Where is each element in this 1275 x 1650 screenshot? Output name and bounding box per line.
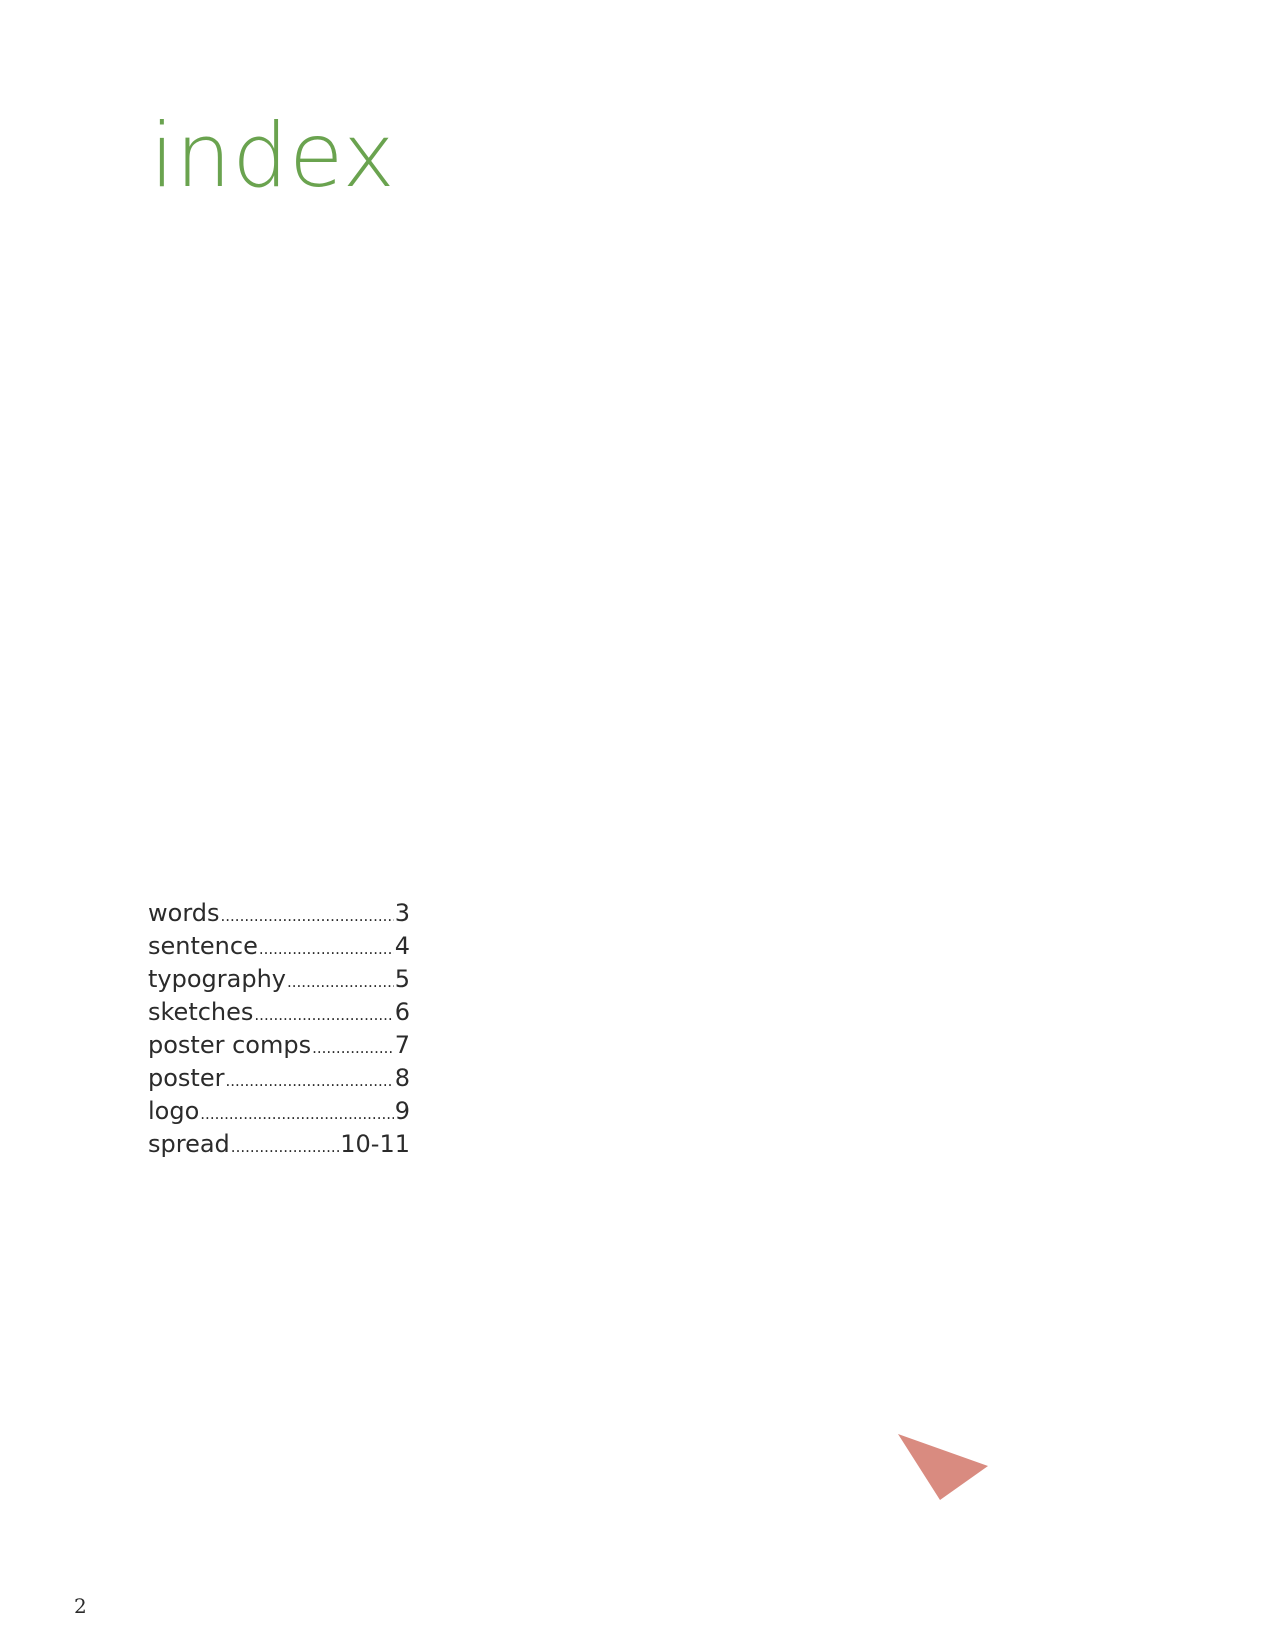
toc-entry: typography 5 bbox=[148, 964, 410, 997]
toc-entry-label: poster bbox=[148, 1064, 225, 1092]
toc-entry: spread 10-11 bbox=[148, 1129, 410, 1162]
triangle-arrow-icon bbox=[898, 1434, 988, 1500]
toc-entry: poster 8 bbox=[148, 1063, 410, 1096]
table-of-contents: words 3 sentence 4 typography 5 sketches… bbox=[148, 898, 410, 1162]
toc-entry-page: 7 bbox=[394, 1031, 410, 1059]
toc-entry-label: logo bbox=[148, 1097, 200, 1125]
toc-dot-leader bbox=[200, 1099, 393, 1129]
toc-dot-leader bbox=[221, 901, 394, 931]
toc-entry-page: 6 bbox=[394, 998, 410, 1026]
toc-entry: words 3 bbox=[148, 898, 410, 931]
toc-entry-page: 8 bbox=[394, 1064, 410, 1092]
toc-entry-label: spread bbox=[148, 1130, 230, 1158]
toc-dot-leader bbox=[287, 967, 394, 997]
toc-entry-page: 10-11 bbox=[340, 1130, 410, 1158]
toc-entry-label: typography bbox=[148, 965, 286, 993]
page-number: 2 bbox=[74, 1594, 87, 1618]
toc-entry: sentence 4 bbox=[148, 931, 410, 964]
toc-entry-label: sketches bbox=[148, 998, 254, 1026]
toc-dot-leader bbox=[312, 1033, 394, 1063]
toc-entry: logo 9 bbox=[148, 1096, 410, 1129]
page-title: index bbox=[150, 104, 396, 207]
toc-dot-leader bbox=[231, 1132, 339, 1162]
toc-dot-leader bbox=[254, 1000, 393, 1030]
toc-entry: poster comps 7 bbox=[148, 1030, 410, 1063]
toc-dot-leader bbox=[225, 1066, 393, 1096]
toc-entry-page: 4 bbox=[394, 932, 410, 960]
toc-entry-label: poster comps bbox=[148, 1031, 312, 1059]
triangle-shape bbox=[898, 1434, 988, 1500]
toc-entry-page: 5 bbox=[394, 965, 410, 993]
toc-entry-page: 3 bbox=[394, 899, 410, 927]
toc-entry: sketches 6 bbox=[148, 997, 410, 1030]
toc-entry-label: sentence bbox=[148, 932, 258, 960]
toc-entry-page: 9 bbox=[394, 1097, 410, 1125]
toc-entry-label: words bbox=[148, 899, 220, 927]
toc-dot-leader bbox=[259, 934, 394, 964]
